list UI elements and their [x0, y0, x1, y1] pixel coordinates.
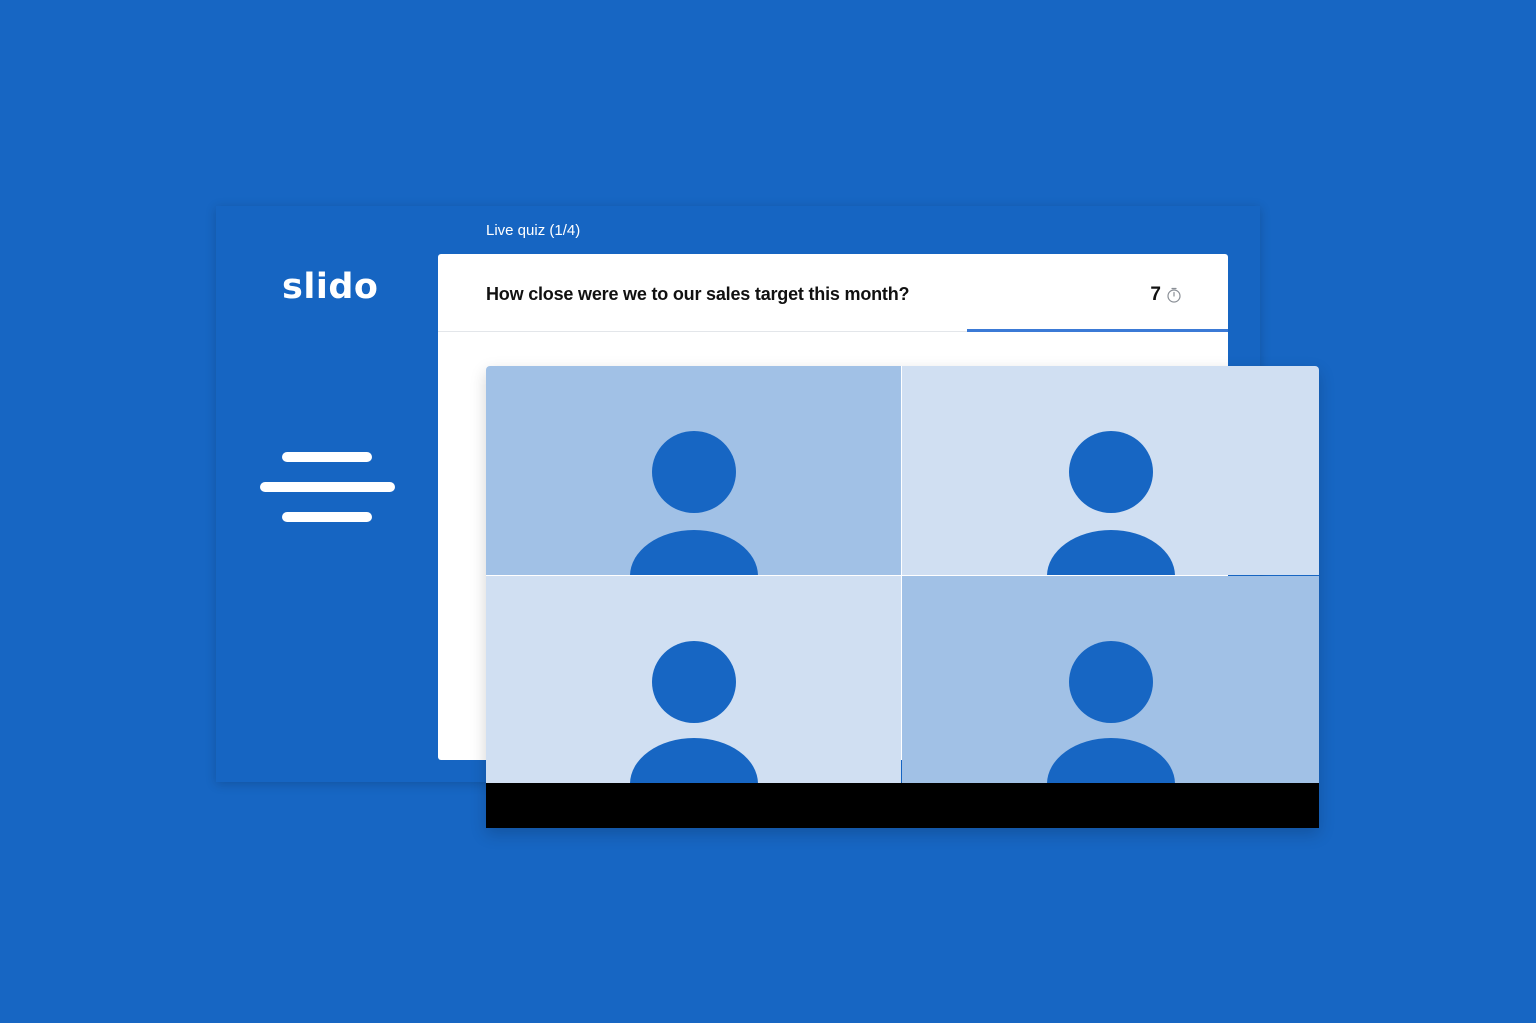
person-avatar-body — [1047, 738, 1175, 783]
hamburger-menu-icon[interactable] — [260, 450, 396, 522]
participant-tile[interactable] — [902, 576, 1319, 783]
video-call-toolbar — [486, 783, 1319, 828]
menu-line-bottom — [282, 512, 372, 522]
menu-line-middle — [260, 482, 395, 492]
person-avatar-icon — [1069, 641, 1153, 723]
quiz-progress-label: Live quiz (1/4) — [486, 222, 581, 239]
participant-tile[interactable] — [902, 366, 1319, 575]
slido-logo: slido — [282, 267, 379, 307]
question-header: How close were we to our sales target th… — [438, 254, 1228, 332]
timer-progress-bar — [967, 329, 1228, 332]
menu-line-top — [282, 452, 372, 462]
countdown-timer: 7 — [1150, 284, 1182, 306]
person-avatar-body — [1047, 530, 1175, 575]
person-avatar-icon — [652, 431, 736, 513]
quiz-question: How close were we to our sales target th… — [486, 284, 910, 304]
person-avatar-icon — [1069, 431, 1153, 513]
participant-tile[interactable] — [486, 366, 901, 575]
person-avatar-body — [630, 738, 758, 783]
timer-seconds: 7 — [1150, 284, 1161, 305]
video-call-grid — [486, 366, 1319, 828]
person-avatar-body — [630, 530, 758, 575]
stopwatch-icon — [1167, 287, 1181, 303]
participant-tile[interactable] — [486, 576, 901, 783]
person-avatar-icon — [652, 641, 736, 723]
